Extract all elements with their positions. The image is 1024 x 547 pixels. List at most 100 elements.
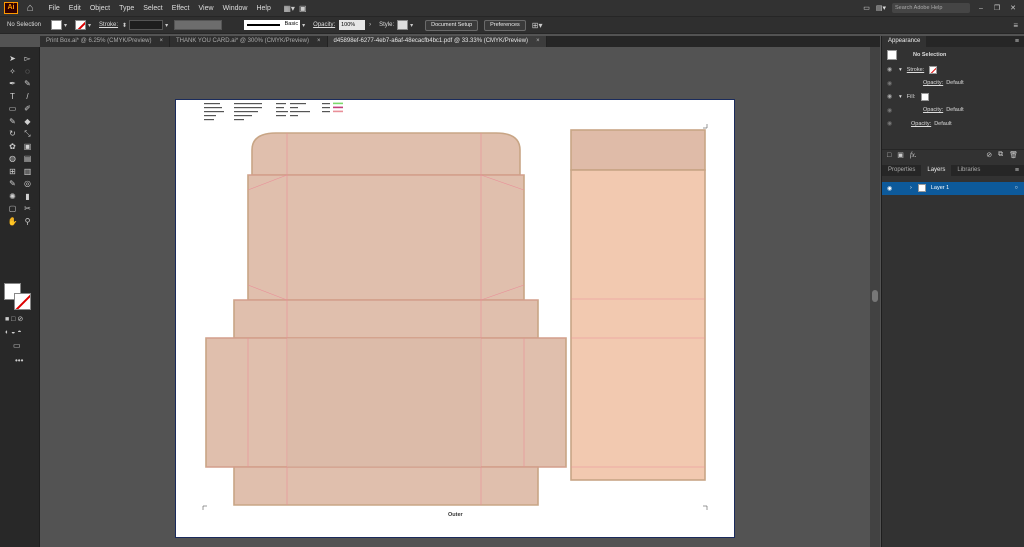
blend-icon[interactable]: ◎ — [20, 178, 35, 191]
canvas[interactable]: Outer — [40, 47, 870, 547]
layer-name[interactable]: Layer 1 — [931, 185, 949, 191]
close-icon[interactable]: × — [536, 36, 540, 47]
eye-icon[interactable]: ◉ — [887, 66, 893, 73]
tab-appearance[interactable]: Appearance — [882, 36, 927, 47]
hand-tool-icon[interactable]: ✋ — [5, 216, 20, 229]
color-mode-icons[interactable]: ■ □ ⊘ — [5, 315, 23, 323]
scale-icon[interactable]: ⤡ — [20, 128, 35, 141]
tab-properties[interactable]: Properties — [882, 165, 921, 176]
panel-menu-icon[interactable]: ≡ — [1015, 38, 1019, 45]
appearance-stroke-row[interactable]: ◉ ▾ Stroke: — [882, 63, 1024, 77]
pen-tool-icon[interactable]: ✒ — [5, 78, 20, 91]
fill-label[interactable]: Fill: — [907, 94, 916, 100]
chevron-down-icon[interactable]: ▾ — [165, 22, 168, 29]
free-transform-icon[interactable]: ▣ — [20, 141, 35, 154]
rectangle-tool-icon[interactable]: ▭ — [5, 103, 20, 116]
workspace-icon[interactable]: ▭ — [863, 4, 870, 12]
rotate-icon[interactable]: ↻ — [5, 128, 20, 141]
graph-tool-icon[interactable]: ▮ — [20, 191, 35, 204]
eraser-icon[interactable]: ◆ — [20, 116, 35, 129]
minimize-icon[interactable]: – — [976, 5, 986, 12]
symbol-sprayer-icon[interactable]: ✺ — [5, 191, 20, 204]
menu-help[interactable]: Help — [252, 5, 275, 12]
style-swatch[interactable] — [397, 20, 409, 30]
chevron-right-icon[interactable]: › — [369, 22, 371, 28]
chevron-down-icon[interactable]: ▾ — [899, 94, 902, 100]
vertical-scrollbar[interactable] — [870, 47, 880, 547]
perspective-icon[interactable]: ▤ — [20, 153, 35, 166]
screen-mode-icon[interactable]: ▭ — [13, 341, 21, 350]
panel-menu-icon[interactable]: ≡ — [1015, 167, 1019, 174]
magic-wand-icon[interactable]: ✧ — [5, 66, 20, 79]
tab-pdf-document[interactable]: d45898ef-6277-4eb7-a6af-48ecacfb4bc1.pdf… — [327, 36, 547, 47]
mesh-icon[interactable]: ⊞ — [5, 166, 20, 179]
appearance-opacity-row[interactable]: ◉ Opacity: Default — [882, 117, 1024, 131]
tab-thank-you-card[interactable]: THANK YOU CARD.ai* @ 300% (CMYK/Preview)… — [169, 36, 328, 47]
tab-layers[interactable]: Layers — [921, 164, 952, 176]
workspace-dropdown[interactable]: ▤▾ — [876, 4, 886, 12]
opacity-label[interactable]: Opacity: — [313, 22, 335, 28]
opacity-label[interactable]: Opacity: — [923, 107, 943, 113]
eye-icon[interactable]: ◉ — [887, 93, 893, 100]
arrange-documents-icon[interactable]: ▦▾ — [283, 4, 295, 13]
add-stroke-icon[interactable]: □ — [887, 152, 891, 159]
stroke-label[interactable]: Stroke: — [99, 22, 118, 28]
layer-row[interactable]: ◉ › Layer 1 ○ — [882, 181, 1024, 195]
menu-select[interactable]: Select — [139, 5, 167, 12]
close-window-icon[interactable]: ✕ — [1008, 4, 1018, 12]
chevron-down-icon[interactable]: ▾ — [410, 22, 413, 29]
chevron-down-icon[interactable]: ▾ — [64, 22, 67, 29]
scroll-thumb[interactable] — [872, 290, 878, 302]
artboard-tool-icon[interactable]: ▢ — [5, 203, 20, 216]
add-fill-icon[interactable]: ▣ — [897, 151, 904, 159]
draw-mode-icons[interactable]: ◐ ◒ ◓ — [5, 329, 22, 336]
brush-definition[interactable]: Basic — [244, 20, 301, 30]
appearance-fill-opacity-row[interactable]: ◉ Opacity: Default — [882, 104, 1024, 118]
warp-icon[interactable]: ✿ — [5, 141, 20, 154]
type-tool-icon[interactable]: T — [5, 91, 20, 104]
slice-tool-icon[interactable]: ✂ — [20, 203, 35, 216]
curvature-icon[interactable]: ✎ — [20, 78, 35, 91]
opacity-label[interactable]: Opacity: — [923, 80, 943, 86]
zoom-tool-icon[interactable]: ⚲ — [20, 216, 35, 229]
share-icon[interactable]: ▣ — [299, 4, 307, 13]
variable-width-field[interactable] — [174, 20, 223, 30]
tab-print-box[interactable]: Print Box.ai* @ 6.25% (CMYK/Preview) × — [40, 36, 170, 47]
stroke-color[interactable] — [14, 293, 31, 310]
arrange-icon[interactable]: ⊞▾ — [532, 21, 543, 30]
search-help-input[interactable]: Search Adobe Help — [892, 3, 970, 13]
delete-icon[interactable]: 🗑 — [1009, 151, 1018, 159]
menu-file[interactable]: File — [44, 5, 64, 12]
stroke-label[interactable]: Stroke: — [907, 67, 924, 73]
stroke-swatch[interactable] — [929, 65, 938, 74]
gradient-icon[interactable]: ▥ — [20, 166, 35, 179]
close-icon[interactable]: × — [159, 36, 163, 47]
panel-menu-icon[interactable]: ≡ — [1013, 21, 1018, 30]
chevron-down-icon[interactable]: ▾ — [899, 67, 902, 73]
close-icon[interactable]: × — [317, 36, 321, 47]
stroke-swatch[interactable] — [75, 20, 87, 30]
fill-swatch[interactable] — [921, 92, 930, 101]
artboard[interactable]: Outer — [175, 99, 735, 538]
target-circle-icon[interactable]: ○ — [1015, 185, 1018, 191]
menu-view[interactable]: View — [194, 5, 218, 12]
more-tools-icon[interactable]: ••• — [15, 356, 23, 365]
eye-icon[interactable]: ◉ — [887, 120, 893, 127]
opacity-label[interactable]: Opacity: — [911, 121, 931, 127]
eyedropper-icon[interactable]: ✎ — [5, 178, 20, 191]
stroke-weight-field[interactable] — [129, 20, 164, 30]
direct-selection-tool-icon[interactable]: ▻ — [20, 53, 35, 66]
stepper-icon[interactable]: ⬍ — [122, 22, 127, 29]
lasso-icon[interactable]: ◌ — [20, 66, 35, 79]
tab-libraries[interactable]: Libraries — [951, 165, 986, 176]
shape-builder-icon[interactable]: ◍ — [5, 153, 20, 166]
chevron-down-icon[interactable]: ▾ — [88, 22, 91, 29]
clear-appearance-icon[interactable]: ⊘ — [986, 151, 992, 159]
menu-object[interactable]: Object — [85, 5, 114, 12]
eye-icon[interactable]: ◉ — [887, 107, 893, 114]
menu-window[interactable]: Window — [218, 5, 252, 12]
document-setup-button[interactable]: Document Setup — [425, 19, 479, 31]
line-tool-icon[interactable]: / — [20, 91, 35, 104]
appearance-stroke-opacity-row[interactable]: ◉ Opacity: Default — [882, 77, 1024, 91]
menu-edit[interactable]: Edit — [64, 5, 85, 12]
